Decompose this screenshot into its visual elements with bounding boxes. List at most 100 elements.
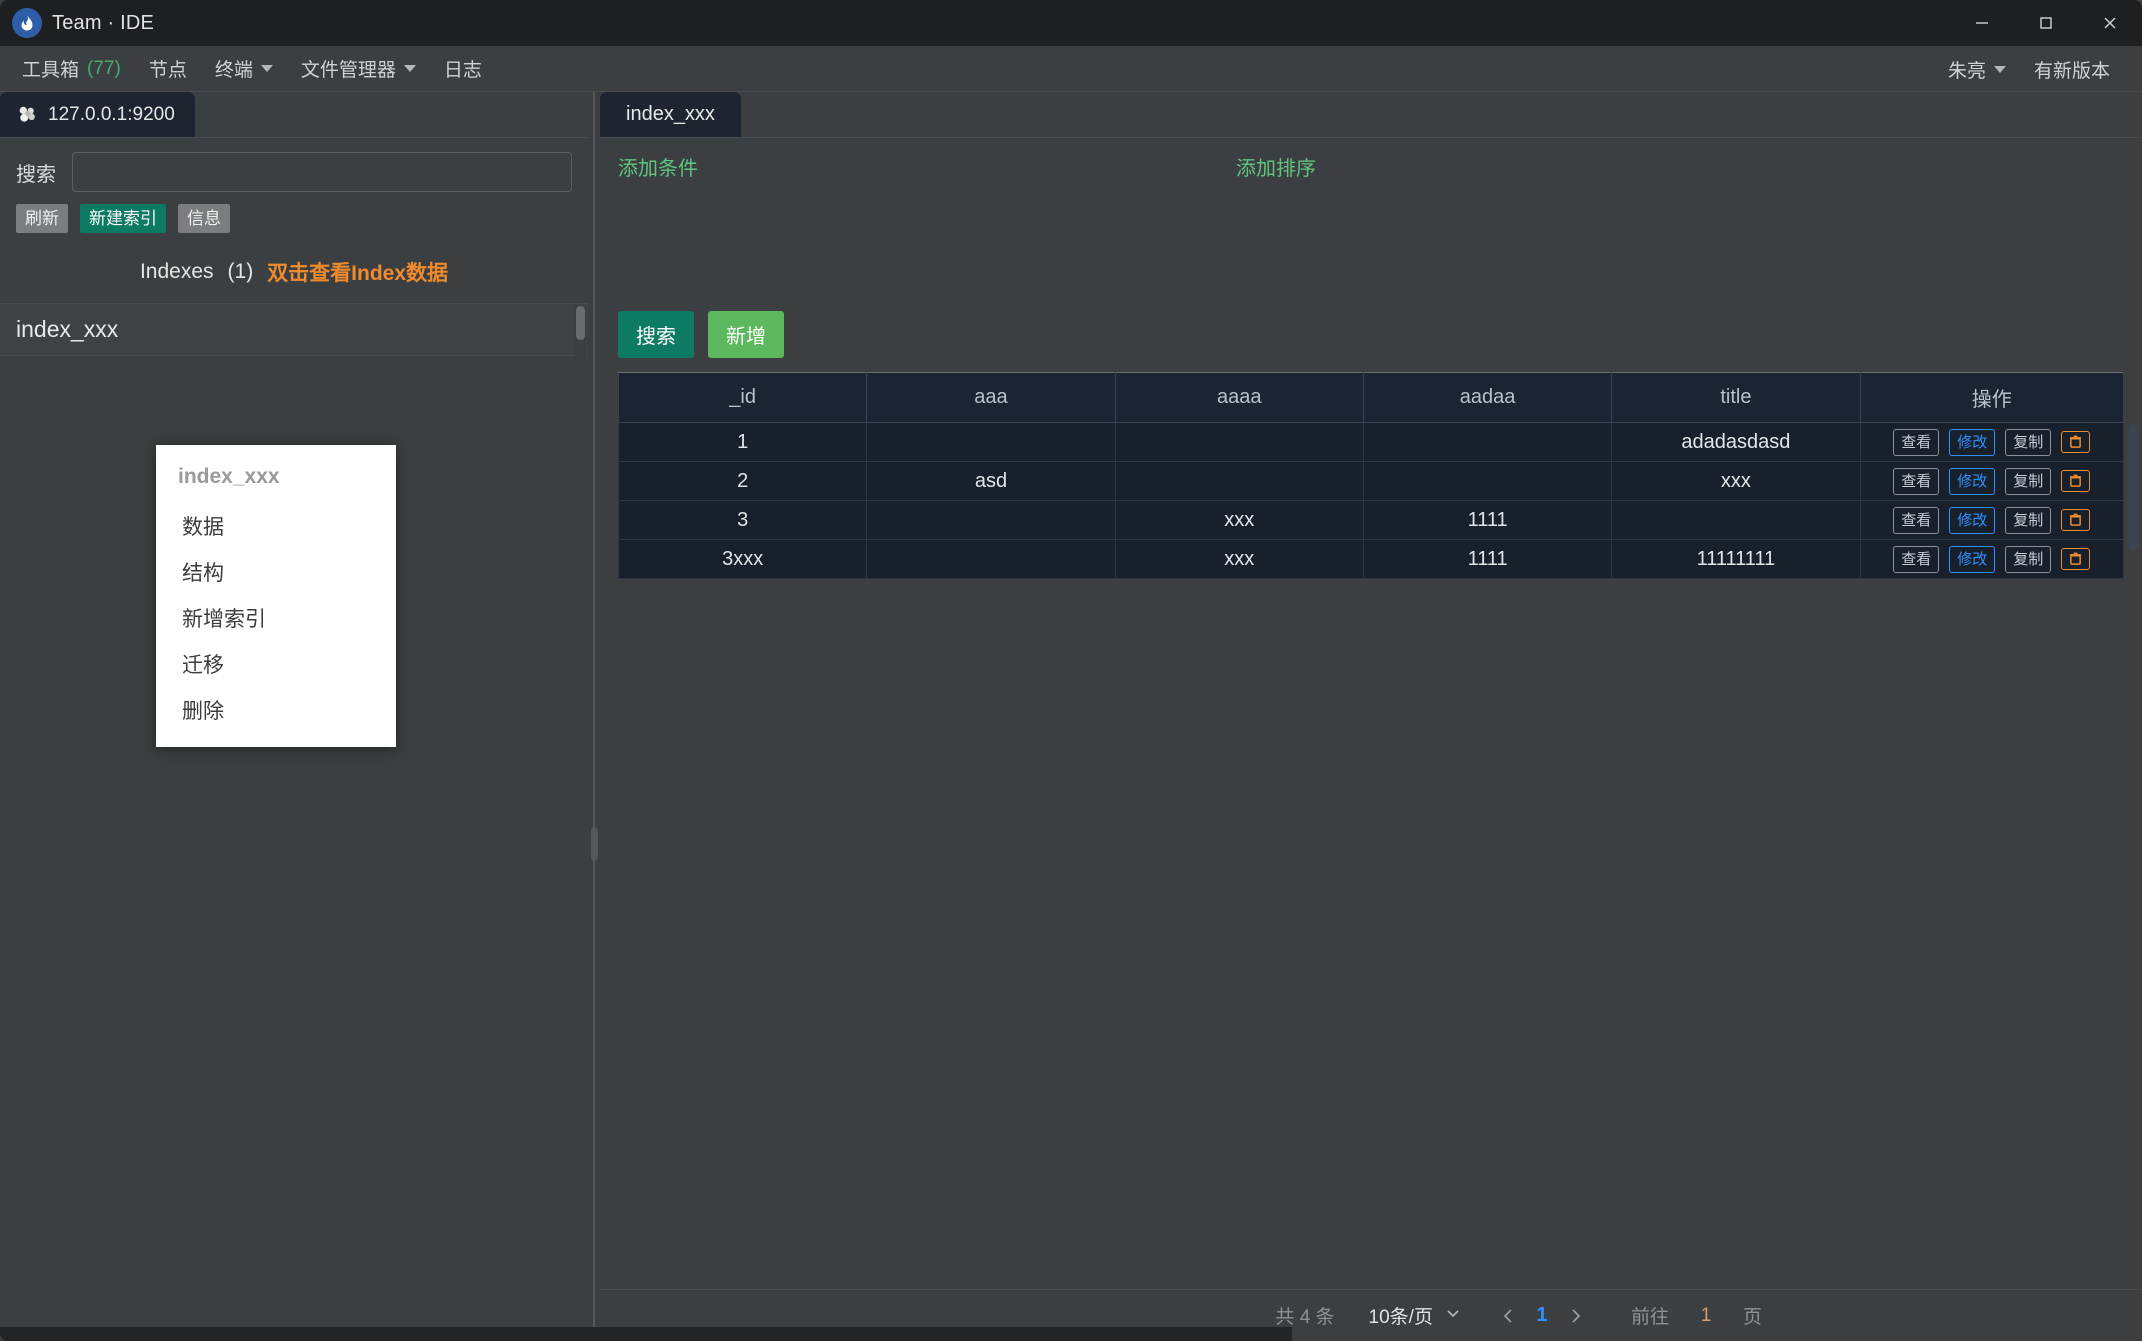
cell-title: 11111111 <box>1612 540 1860 579</box>
cell-id: 3 <box>619 501 867 540</box>
window-titlebar: Team · IDE <box>0 0 2142 46</box>
left-panel: 127.0.0.1:9200 搜索 刷新 新建索引 信息 Indexes (1)… <box>0 92 588 1341</box>
menu-item-nodes[interactable]: 节点 <box>135 46 201 92</box>
table-scrollbar[interactable] <box>2128 424 2138 550</box>
cell-id: 3xxx <box>619 540 867 579</box>
maximize-icon[interactable] <box>2014 0 2078 46</box>
right-panel: index_xxx 添加条件 添加排序 搜索 新增 <box>600 92 2142 1341</box>
menu-item-logs-label: 日志 <box>444 55 482 82</box>
close-icon[interactable] <box>2078 0 2142 46</box>
delete-button[interactable] <box>2061 509 2090 531</box>
refresh-button[interactable]: 刷新 <box>16 204 68 233</box>
column-header-title[interactable]: title <box>1612 373 1860 423</box>
copy-button[interactable]: 复制 <box>2005 468 2051 495</box>
page-number-1[interactable]: 1 <box>1525 1304 1559 1327</box>
delete-button[interactable] <box>2061 548 2090 570</box>
index-search-label: 搜索 <box>16 158 56 187</box>
query-links-row: 添加条件 添加排序 <box>618 152 2124 181</box>
goto-page-input[interactable]: 1 <box>1691 1305 1721 1327</box>
menu-item-toolbox[interactable]: 工具箱 (77) <box>8 46 135 92</box>
cell-aadaa: 1111 <box>1363 540 1611 579</box>
edit-button[interactable]: 修改 <box>1949 546 1995 573</box>
context-menu-item-delete[interactable]: 删除 <box>156 687 396 733</box>
delete-button[interactable] <box>2061 470 2090 492</box>
copy-button[interactable]: 复制 <box>2005 429 2051 456</box>
view-button[interactable]: 查看 <box>1893 429 1939 456</box>
cell-operations: 查看 修改 复制 <box>1860 501 2123 540</box>
add-record-button[interactable]: 新增 <box>708 311 784 358</box>
page-size-select[interactable]: 10条/页 <box>1369 1302 1433 1329</box>
user-menu[interactable]: 朱亮 <box>1934 46 2020 92</box>
trash-icon <box>2069 474 2082 488</box>
column-header-aaa[interactable]: aaa <box>867 373 1115 423</box>
view-button[interactable]: 查看 <box>1893 468 1939 495</box>
create-index-button[interactable]: 新建索引 <box>80 204 166 233</box>
cell-id: 2 <box>619 462 867 501</box>
cell-title <box>1612 501 1860 540</box>
menu-item-terminal[interactable]: 终端 <box>201 46 287 92</box>
splitter-grip[interactable] <box>591 827 598 861</box>
info-button[interactable]: 信息 <box>178 204 230 233</box>
column-header-aadaa[interactable]: aadaa <box>1363 373 1611 423</box>
scrollbar-thumb[interactable] <box>2128 424 2138 550</box>
table-row[interactable]: 3 xxx 1111 查看 修改 复制 <box>619 501 2124 540</box>
search-button[interactable]: 搜索 <box>618 311 694 358</box>
cell-operations: 查看 修改 复制 <box>1860 423 2123 462</box>
index-list-scrollbar[interactable] <box>575 304 586 1289</box>
list-item[interactable]: index_xxx <box>0 304 588 356</box>
table-row[interactable]: 1 adadasdasd 查看 修改 复制 <box>619 423 2124 462</box>
context-menu-item-data[interactable]: 数据 <box>156 503 396 549</box>
pagination-total: 共 4 条 <box>1275 1302 1334 1329</box>
table-row[interactable]: 2 asd xxx 查看 修改 复制 <box>619 462 2124 501</box>
menu-item-nodes-label: 节点 <box>149 55 187 82</box>
cell-aaa <box>867 423 1115 462</box>
cell-aadaa: 1111 <box>1363 501 1611 540</box>
index-search-input[interactable] <box>72 152 572 192</box>
connection-tab[interactable]: 127.0.0.1:9200 <box>0 92 195 137</box>
edit-button[interactable]: 修改 <box>1949 507 1995 534</box>
delete-button[interactable] <box>2061 431 2090 453</box>
cell-operations: 查看 修改 复制 <box>1860 540 2123 579</box>
column-header-aaaa[interactable]: aaaa <box>1115 373 1363 423</box>
indexes-title: Indexes <box>140 260 214 284</box>
prev-page-button[interactable] <box>1493 1300 1525 1332</box>
cell-id: 1 <box>619 423 867 462</box>
edit-button[interactable]: 修改 <box>1949 429 1995 456</box>
copy-button[interactable]: 复制 <box>2005 546 2051 573</box>
table-row[interactable]: 3xxx xxx 1111 11111111 查看 修改 复制 <box>619 540 2124 579</box>
window-controls <box>1950 0 2142 46</box>
document-tabstrip: index_xxx <box>600 92 2142 137</box>
context-menu-item-migrate[interactable]: 迁移 <box>156 641 396 687</box>
panel-splitter[interactable] <box>588 92 600 1341</box>
cell-aaaa: xxx <box>1115 540 1363 579</box>
add-sort-link[interactable]: 添加排序 <box>1236 152 1316 181</box>
copy-button[interactable]: 复制 <box>2005 507 2051 534</box>
minimize-icon[interactable] <box>1950 0 2014 46</box>
menu-item-file-manager[interactable]: 文件管理器 <box>287 46 430 92</box>
context-menu-item-add-index[interactable]: 新增索引 <box>156 595 396 641</box>
view-button[interactable]: 查看 <box>1893 507 1939 534</box>
view-button[interactable]: 查看 <box>1893 546 1939 573</box>
index-search-row: 搜索 <box>0 138 588 198</box>
add-condition-link[interactable]: 添加条件 <box>618 152 698 181</box>
context-menu-title: index_xxx <box>156 459 396 503</box>
application-window: Team · IDE 工具箱 (77) 节点 终端 文件管理器 <box>0 0 2142 1341</box>
menu-item-logs[interactable]: 日志 <box>430 46 496 92</box>
main-body: 127.0.0.1:9200 搜索 刷新 新建索引 信息 Indexes (1)… <box>0 92 2142 1341</box>
context-menu-item-structure[interactable]: 结构 <box>156 549 396 595</box>
cell-operations: 查看 修改 复制 <box>1860 462 2123 501</box>
new-version-link[interactable]: 有新版本 <box>2020 46 2124 92</box>
tab-index-xxx[interactable]: index_xxx <box>600 92 741 137</box>
next-page-button[interactable] <box>1559 1300 1591 1332</box>
scrollbar-thumb[interactable] <box>576 306 585 340</box>
menu-item-toolbox-count: (77) <box>87 58 121 80</box>
chevron-right-icon <box>1565 1306 1585 1326</box>
cell-aaaa: xxx <box>1115 501 1363 540</box>
menu-item-file-manager-label: 文件管理器 <box>301 55 396 82</box>
chevron-down-icon[interactable] <box>1443 1303 1463 1328</box>
edit-button[interactable]: 修改 <box>1949 468 1995 495</box>
column-header-id[interactable]: _id <box>619 373 867 423</box>
connection-tab-label: 127.0.0.1:9200 <box>48 104 175 126</box>
connection-tabstrip: 127.0.0.1:9200 <box>0 92 588 137</box>
cell-aaaa <box>1115 462 1363 501</box>
